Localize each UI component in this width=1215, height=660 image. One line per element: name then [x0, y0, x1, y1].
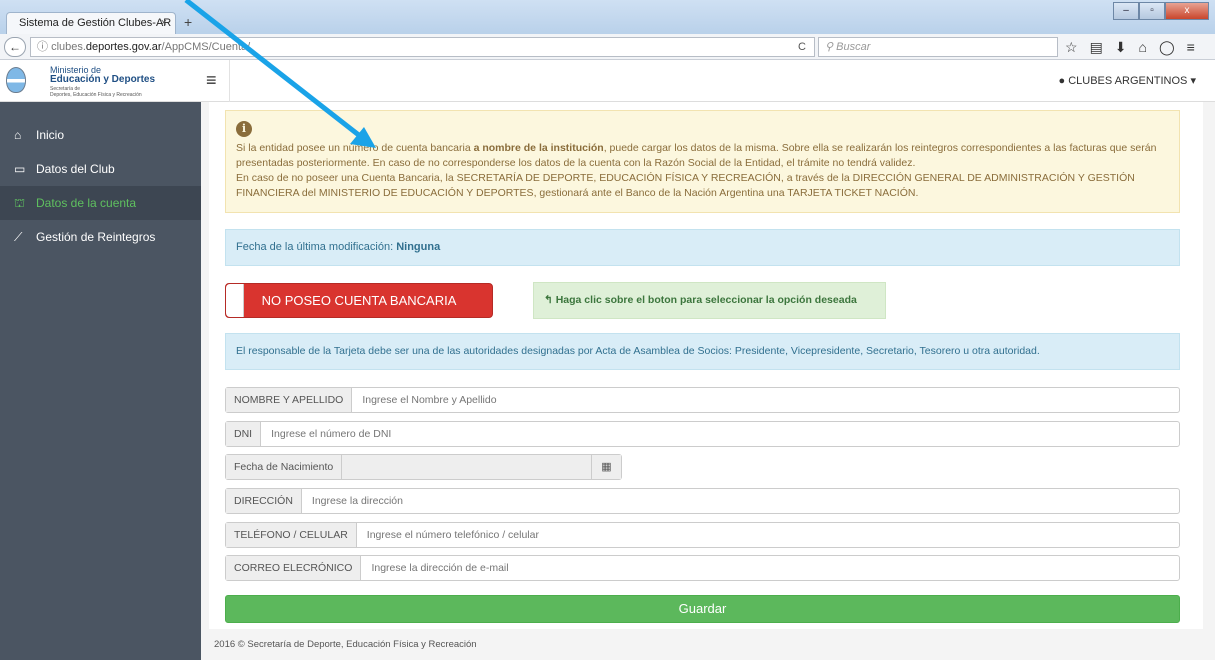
sidebar-item-label: Datos de la cuenta [36, 196, 137, 210]
back-button[interactable]: ← [4, 37, 26, 57]
email-label: CORREO ELECRÓNICO [226, 556, 362, 580]
footer: 2016 © Secretaría de Deporte, Educación … [214, 639, 477, 650]
birthdate-input[interactable] [342, 455, 591, 479]
minimize-button[interactable]: – [1113, 2, 1139, 20]
browser-toolbar-icons: ☆ ▤ ⬇ ⌂ ◯ ≡ [1065, 37, 1195, 57]
calendar-icon[interactable]: ▦ [591, 455, 621, 479]
reply-arrow-icon: ↰ [544, 294, 556, 306]
info-icon: ⓘ [37, 41, 52, 53]
phone-field: TELÉFONO / CELULAR [225, 522, 1180, 548]
email-input[interactable] [361, 556, 1179, 580]
browser-navbar: ← ⓘ clubes.deportes.gov.ar/AppCMS/Cuenta… [0, 34, 1215, 60]
toggle-label: NO POSEO CUENTA BANCARIA [261, 293, 457, 308]
last-modified-value: Ninguna [396, 241, 441, 253]
back-arrow-icon: ← [9, 40, 21, 54]
shield-emblem-icon [6, 67, 26, 93]
chat-icon[interactable]: ◯ [1159, 37, 1175, 57]
info-circle-icon: i [236, 121, 252, 137]
sidebar-item-gestion-de-reintegros[interactable]: ⟋ Gestión de Reintegros [0, 220, 201, 254]
url-path: /AppCMS/Cuenta/ [161, 41, 251, 53]
address-bar[interactable]: ⓘ clubes.deportes.gov.ar/AppCMS/Cuenta/ [30, 37, 815, 57]
sidebar-item-inicio[interactable]: ⌂ Inicio [0, 118, 201, 152]
menu-icon[interactable]: ≡ [1187, 37, 1195, 57]
dni-label: DNI [226, 422, 262, 446]
home-icon: ⌂ [14, 128, 22, 142]
chart-icon: ⟋ [14, 230, 23, 244]
maximize-button[interactable]: ▫ [1139, 2, 1165, 20]
window-controls: – ▫ x [1113, 2, 1209, 20]
folder-icon: ▭ [14, 162, 26, 176]
address-input[interactable] [301, 489, 1179, 513]
content-panel: i Si la entidad posee un número de cuent… [209, 102, 1205, 629]
responsible-note: El responsable de la Tarjeta debe ser un… [225, 333, 1180, 370]
phone-label: TELÉFONO / CELULAR [226, 523, 357, 547]
app: Ministerio de Educación y Deportes Secre… [0, 60, 1215, 660]
browser-titlebar: Sistema de Gestión Clubes-AR × + – ▫ x [0, 0, 1215, 34]
toggle-hint: ↰ Haga clic sobre el boton para seleccio… [533, 282, 886, 319]
bookmark-star-icon[interactable]: ☆ [1065, 37, 1078, 57]
dni-field: DNI [225, 421, 1180, 447]
last-modified-label: Fecha de la última modificación: [236, 241, 397, 253]
logo-line2: Educación y Deportes [50, 74, 156, 85]
dni-input[interactable] [261, 422, 1179, 446]
ministry-logo[interactable]: Ministerio de Educación y Deportes Secre… [0, 60, 201, 102]
no-bank-account-toggle[interactable]: NO POSEO CUENTA BANCARIA [225, 283, 493, 318]
warning-text: Si la entidad posee un número de cuenta … [236, 142, 474, 154]
home-icon[interactable]: ⌂ [1139, 37, 1147, 57]
name-field: NOMBRE Y APELLIDO [225, 387, 1180, 413]
reading-list-icon[interactable]: ▤ [1090, 37, 1103, 57]
search-placeholder: Buscar [836, 41, 871, 53]
tab-close-icon[interactable]: × [161, 13, 167, 33]
sidebar: Ministerio de Educación y Deportes Secre… [0, 60, 201, 660]
email-field: CORREO ELECRÓNICO [225, 555, 1180, 581]
user-menu-label: CLUBES ARGENTINOS [1068, 75, 1188, 87]
download-icon[interactable]: ⬇ [1115, 37, 1127, 57]
close-window-button[interactable]: x [1165, 2, 1209, 20]
reload-icon[interactable]: C [798, 37, 806, 57]
browser-tab[interactable]: Sistema de Gestión Clubes-AR × [6, 12, 176, 34]
birthdate-label: Fecha de Nacimiento [226, 455, 343, 479]
user-menu[interactable]: ● CLUBES ARGENTINOS ▾ [1058, 74, 1196, 87]
name-label: NOMBRE Y APELLIDO [226, 388, 353, 412]
url-domain: deportes.gov.ar [85, 41, 162, 53]
warning-bold-text: a nombre de la institución [473, 142, 604, 154]
sidebar-menu: ⌂ Inicio ▭ Datos del Club ⛫ Datos de la … [0, 118, 201, 254]
url-prefix: clubes. [51, 41, 86, 53]
address-label: DIRECCIÓN [226, 489, 302, 513]
name-input[interactable] [352, 388, 1179, 412]
address-field: DIRECCIÓN [225, 488, 1180, 514]
phone-input[interactable] [356, 523, 1179, 547]
warning-paragraph-1: Si la entidad posee un número de cuenta … [236, 141, 1169, 171]
sidebar-item-label: Inicio [36, 128, 65, 142]
sidebar-item-label: Datos del Club [36, 162, 115, 176]
search-icon: ⚲ [825, 41, 837, 53]
hint-text: Haga clic sobre el boton para selecciona… [555, 294, 857, 306]
sidebar-item-label: Gestión de Reintegros [36, 230, 156, 244]
user-icon: ● [1058, 75, 1066, 87]
logo-line4: Deportes, Educación Física y Recreación [50, 92, 142, 98]
topbar: ≡ ● CLUBES ARGENTINOS ▾ [201, 60, 1215, 102]
bank-account-warning: i Si la entidad posee un número de cuent… [225, 110, 1180, 213]
save-button[interactable]: Guardar [225, 595, 1180, 623]
caret-down-icon: ▾ [1190, 75, 1196, 87]
topbar-divider [229, 60, 230, 102]
warning-paragraph-2: En caso de no poseer una Cuenta Bancaria… [236, 172, 1135, 199]
birthdate-field: Fecha de Nacimiento ▦ [225, 454, 622, 480]
last-modified-info: Fecha de la última modificación: Ninguna [225, 229, 1180, 266]
toggle-handle[interactable] [226, 284, 244, 317]
new-tab-button[interactable]: + [184, 14, 192, 30]
main-content: i Si la entidad posee un número de cuent… [201, 102, 1215, 660]
browser-search-input[interactable]: ⚲ Buscar [818, 37, 1058, 57]
scrollbar[interactable] [1203, 102, 1215, 660]
sidebar-item-datos-del-club[interactable]: ▭ Datos del Club [0, 152, 201, 186]
bank-icon: ⛫ [14, 196, 26, 210]
sidebar-item-datos-de-la-cuenta[interactable]: ⛫ Datos de la cuenta [0, 186, 201, 220]
tab-title: Sistema de Gestión Clubes-AR [19, 17, 172, 29]
